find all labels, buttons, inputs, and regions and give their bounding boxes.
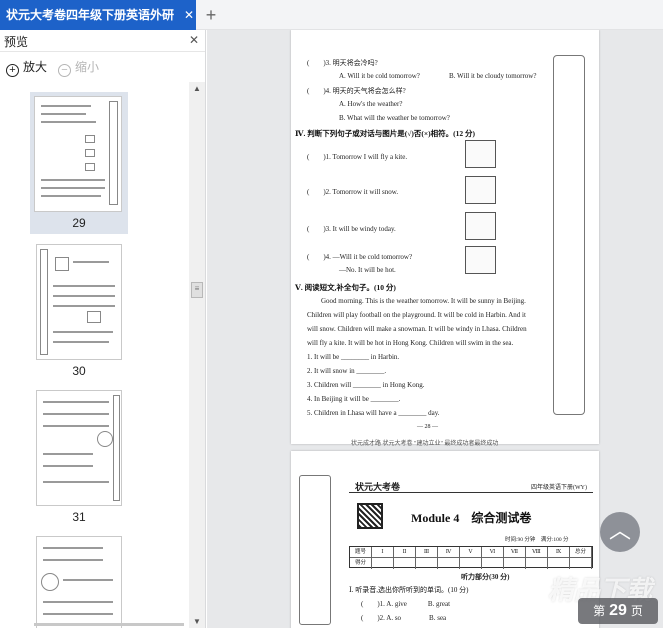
question-line: ( )1. A. give B. great bbox=[361, 600, 451, 608]
score-cell: 题号 bbox=[350, 547, 372, 557]
option-b: B. Will it be cloudy tomorrow? bbox=[449, 72, 537, 80]
thumbnail-page-31[interactable]: 31 bbox=[30, 388, 128, 528]
thumbnail-page-number: 29 bbox=[72, 216, 86, 230]
passage-line: will fly a kite. It will be hot in Hong … bbox=[307, 339, 514, 347]
option-b: B. What will the weather be tomorrow? bbox=[339, 114, 450, 122]
sidebar-title: 预览 bbox=[4, 35, 29, 49]
page-number-footer: — 28 — bbox=[417, 424, 438, 430]
thumbnail-list: 29 30 31 bbox=[0, 82, 188, 628]
listening-heading: 听力部分(30 分) bbox=[461, 573, 510, 581]
add-tab-button[interactable]: + bbox=[202, 4, 220, 26]
thumbnail-page-number: 30 bbox=[72, 364, 86, 378]
preview-sidebar: 预览 ✕ + 放大 − 缩小 29 30 31 ▲ ≡ ▼ bbox=[0, 30, 206, 628]
document-viewer[interactable]: ( )3. 明天将会冷吗? A. Will it be cold tomorro… bbox=[207, 30, 663, 628]
option-a: A. How's the weather? bbox=[339, 100, 403, 108]
tab-document[interactable]: 状元大考卷四年级下册英语外研 bbox=[0, 0, 196, 30]
zoom-in-label: 放大 bbox=[23, 60, 48, 74]
score-table: 题号 Ⅰ Ⅱ Ⅲ Ⅳ Ⅴ Ⅵ Ⅶ Ⅷ Ⅸ 总分 得分 bbox=[349, 546, 593, 569]
brand-name: 状元大考卷 bbox=[355, 482, 401, 492]
judge-item: —No. It will be hot. bbox=[339, 266, 396, 274]
close-icon[interactable]: ✕ bbox=[189, 33, 199, 47]
tab-bar: 状元大考卷四年级下册英语外研 ✕ + bbox=[0, 0, 663, 30]
passage-line: will snow. Children will make a snowman.… bbox=[307, 325, 527, 333]
question-line: ( )2. A. so B. sea bbox=[361, 614, 447, 622]
section-heading: Ⅴ. 阅读短文,补全句子。(10 分) bbox=[295, 283, 396, 292]
thumbnail-image bbox=[36, 536, 122, 628]
scroll-up-icon[interactable]: ▲ bbox=[193, 84, 201, 93]
score-cell: Ⅰ bbox=[372, 547, 394, 557]
page-footer: 状元成才路 状元大考卷 "建功立业" 最终成功者最终成功 bbox=[351, 441, 499, 447]
score-cell: 总分 bbox=[570, 547, 592, 557]
page-indicator: 第 29 页 bbox=[578, 598, 658, 624]
sidebar-header: 预览 ✕ bbox=[0, 30, 205, 52]
zoom-out-label: 缩小 bbox=[75, 60, 100, 74]
thumbnail-page-30[interactable]: 30 bbox=[30, 242, 128, 382]
horizontal-scrollbar[interactable] bbox=[34, 620, 194, 628]
thumbnail-page-32[interactable] bbox=[30, 534, 128, 628]
page-indicator-prefix: 第 bbox=[593, 604, 606, 618]
qr-code bbox=[357, 503, 383, 529]
sidebar-scrollbar[interactable]: ▲ ≡ ▼ bbox=[189, 82, 205, 628]
time-score-info: 时间:90 分钟 满分:100 分 bbox=[505, 537, 569, 543]
scroll-down-icon[interactable]: ▼ bbox=[193, 617, 201, 626]
close-icon[interactable]: ✕ bbox=[182, 8, 196, 22]
zoom-out-button[interactable]: − 缩小 bbox=[58, 58, 99, 77]
thumbnail-image bbox=[36, 390, 122, 506]
thumbnail-page-29[interactable]: 29 bbox=[30, 92, 128, 234]
student-info-banner bbox=[299, 475, 331, 625]
watermark-logo bbox=[505, 577, 541, 613]
side-banner bbox=[553, 55, 585, 415]
score-cell: 得分 bbox=[350, 558, 372, 569]
score-cell: Ⅳ bbox=[438, 547, 460, 557]
grade-label: 四年级英语下册(WY) bbox=[531, 485, 587, 491]
scroll-thumb[interactable]: ≡ bbox=[191, 282, 203, 298]
document-page-28: ( )3. 明天将会冷吗? A. Will it be cold tomorro… bbox=[291, 30, 599, 447]
kite-picture bbox=[465, 140, 496, 168]
score-cell: Ⅶ bbox=[504, 547, 526, 557]
brand-logo bbox=[560, 206, 578, 276]
judge-item: ( )4. —Will it be cold tomorrow? bbox=[307, 253, 413, 261]
current-page-number: 29 bbox=[609, 602, 627, 619]
zoom-in-button[interactable]: + 放大 bbox=[6, 58, 47, 77]
score-cell: Ⅸ bbox=[548, 547, 570, 557]
judge-item: ( )2. Tomorrow it will snow. bbox=[307, 188, 399, 196]
fill-item: 2. It will snow in ________. bbox=[307, 367, 387, 375]
score-cell: Ⅱ bbox=[394, 547, 416, 557]
question-line: ( )3. 明天将会冷吗? bbox=[307, 59, 378, 67]
section-heading: Ⅳ. 判断下列句子或对话与图片是(√)否(×)相符。(12 分) bbox=[295, 129, 476, 138]
thumbnail-page-number: 31 bbox=[72, 510, 86, 524]
back-to-top-button[interactable]: ︿ bbox=[600, 512, 640, 552]
zoom-out-icon: − bbox=[58, 64, 71, 77]
thumbnail-image bbox=[34, 96, 122, 212]
thumbnail-image bbox=[36, 244, 122, 360]
passage-line: Good morning. This is the weather tomorr… bbox=[321, 297, 526, 305]
zoom-toolbar: + 放大 − 缩小 bbox=[0, 52, 205, 82]
score-cell: Ⅲ bbox=[416, 547, 438, 557]
fill-item: 5. Children in Lhasa will have a _______… bbox=[307, 409, 440, 417]
passage-line: Children will play football on the playg… bbox=[307, 311, 526, 319]
snow-picture bbox=[465, 176, 496, 204]
fill-item: 3. Children will ________ in Hong Kong. bbox=[307, 381, 425, 389]
option-a: A. Will it be cold tomorrow? bbox=[339, 72, 420, 80]
judge-item: ( )3. It will be windy today. bbox=[307, 225, 396, 233]
snowman-picture bbox=[465, 246, 496, 274]
fill-item: 4. In Beijing it will be ________. bbox=[307, 395, 401, 403]
fill-item: 1. It will be ________ in Harbin. bbox=[307, 353, 400, 361]
zoom-in-icon: + bbox=[6, 64, 19, 77]
question-line: ( )4. 明天的天气将会怎么样? bbox=[307, 87, 406, 95]
score-cell: Ⅷ bbox=[526, 547, 548, 557]
question-heading: Ⅰ. 听录音,选出你所听到的单词。(10 分) bbox=[349, 586, 469, 594]
judge-item: ( )1. Tomorrow I will fly a kite. bbox=[307, 153, 408, 161]
tab-title: 状元大考卷四年级下册英语外研 bbox=[6, 8, 175, 22]
module-title: Module 4 综合测试卷 bbox=[411, 511, 532, 525]
wind-picture bbox=[465, 212, 496, 240]
page-indicator-suffix: 页 bbox=[630, 604, 643, 618]
score-cell: Ⅵ bbox=[482, 547, 504, 557]
score-cell: Ⅴ bbox=[460, 547, 482, 557]
